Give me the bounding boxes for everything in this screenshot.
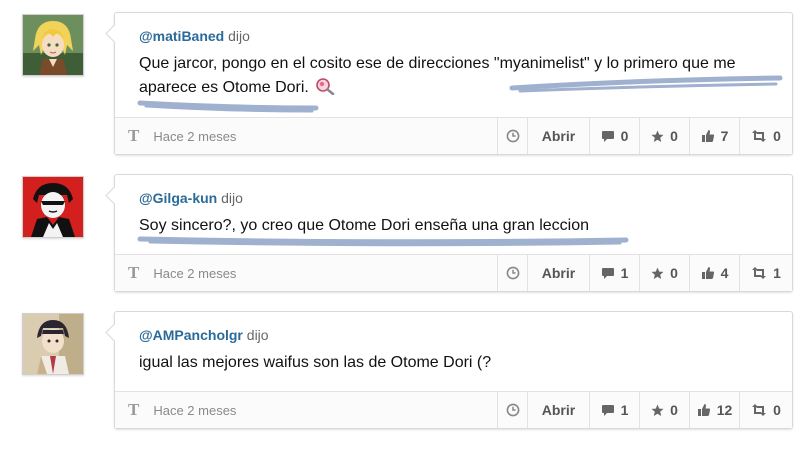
timestamp: Hace 2 meses [153,265,237,281]
open-label: Abrir [541,265,576,281]
open-button[interactable]: Abrir [527,255,589,291]
like-count: 7 [720,128,729,144]
username-link[interactable]: @matiBaned [139,28,224,44]
repost-button[interactable]: 0 [739,392,792,428]
timestamp-area: T Hace 2 meses [115,118,497,154]
speech-bubble-icon [601,404,614,416]
star-icon [651,267,664,279]
dijo-label: dijo [246,327,269,343]
reply-count: 0 [620,128,629,144]
clock-button[interactable] [497,255,527,291]
clock-icon [506,129,519,143]
avatar[interactable] [22,313,84,375]
comment-byline: @AMPancholgr dijo [139,327,768,343]
retweet-icon [752,267,767,279]
speech-bubble-icon [601,267,614,279]
clock-icon [506,403,519,417]
retweet-icon [752,130,767,142]
favorite-button[interactable]: 0 [639,255,689,291]
like-count: 4 [720,265,729,281]
favorite-count: 0 [670,128,678,144]
repost-button[interactable]: 0 [739,118,792,154]
comment-toolbar: T Hace 2 meses Abrir 0 0 7 0 [115,117,792,154]
like-button[interactable]: 12 [689,392,739,428]
comment-text: igual las mejores waifus son las de Otom… [139,351,768,375]
like-button[interactable]: 7 [689,118,739,154]
thumbs-up-icon [701,130,714,142]
timestamp-area: T Hace 2 meses [115,255,497,291]
favorite-count: 0 [670,402,678,418]
timestamp: Hace 2 meses [153,128,237,144]
comment-card: @Gilga-kun dijo Soy sincero?, yo creo qu… [114,174,793,292]
favorite-button[interactable]: 0 [639,118,689,154]
comment-card: @AMPancholgr dijo igual las mejores waif… [114,311,793,429]
dijo-label: dijo [221,190,243,206]
clock-icon [506,266,519,280]
open-button[interactable]: Abrir [527,118,589,154]
thumbs-up-icon [697,404,710,416]
comment-text-content: Soy sincero?, yo creo que Otome Dori ens… [139,217,590,234]
timestamp-area: T Hace 2 meses [115,392,497,428]
like-count: 12 [716,402,733,418]
comment-toolbar: T Hace 2 meses Abrir 1 0 4 1 [115,254,792,291]
favorite-count: 0 [670,265,678,281]
t-letter-icon: T [128,126,140,145]
reply-button[interactable]: 1 [589,255,639,291]
star-icon [651,130,664,142]
comment-byline: @Gilga-kun dijo [139,190,768,206]
reply-count: 1 [620,265,629,281]
speech-bubble-icon [601,130,614,142]
t-letter-icon: T [128,263,140,282]
comment-text-content: Que jarcor, pongo en el cosito ese de di… [139,55,736,96]
username-link[interactable]: @AMPancholgr [139,327,243,343]
magnifier-emoji-icon [315,77,335,103]
avatar[interactable] [22,14,84,76]
star-icon [651,404,664,416]
comment-text-content: igual las mejores waifus son las de Otom… [139,354,492,371]
t-letter-icon: T [128,400,140,419]
like-button[interactable]: 4 [689,255,739,291]
comment-text: Soy sincero?, yo creo que Otome Dori ens… [139,214,768,238]
open-label: Abrir [541,402,576,418]
avatar[interactable] [22,176,84,238]
repost-button[interactable]: 1 [739,255,792,291]
comment-card: @matiBaned dijo Que jarcor, pongo en el … [114,12,793,155]
retweet-icon [752,404,767,416]
favorite-button[interactable]: 0 [639,392,689,428]
comment-text: Que jarcor, pongo en el cosito ese de di… [139,52,768,103]
open-button[interactable]: Abrir [527,392,589,428]
comment-byline: @matiBaned dijo [139,28,768,44]
clock-button[interactable] [497,392,527,428]
reply-button[interactable]: 1 [589,392,639,428]
repost-count: 0 [773,402,781,418]
comment-toolbar: T Hace 2 meses Abrir 1 0 12 0 [115,391,792,428]
open-label: Abrir [541,128,576,144]
thumbs-up-icon [701,267,714,279]
repost-count: 1 [773,265,781,281]
dijo-label: dijo [228,28,250,44]
clock-button[interactable] [497,118,527,154]
username-link[interactable]: @Gilga-kun [139,190,217,206]
reply-button[interactable]: 0 [589,118,639,154]
timestamp: Hace 2 meses [153,402,237,418]
repost-count: 0 [773,128,781,144]
reply-count: 1 [620,402,629,418]
